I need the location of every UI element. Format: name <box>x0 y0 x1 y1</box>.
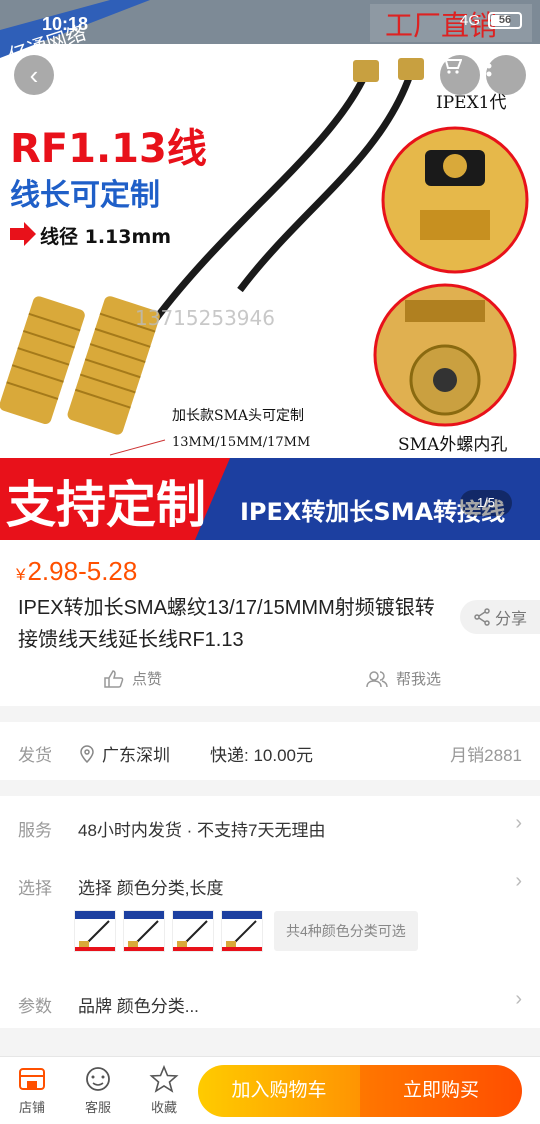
help-label: 帮我选 <box>396 671 442 688</box>
variant-thumbnail[interactable] <box>74 910 116 952</box>
product-detail-screen: 10:18 4G 56 亿通网络 工厂直销 RF1.13线 线长可定制 线径 1… <box>0 0 540 1124</box>
headline-text: RF1.13线 <box>10 126 207 172</box>
banner-left-text: 支持定制 <box>6 475 206 534</box>
price-card: ¥2.98-5.28 IPEX转加长SMA螺纹13/17/15MMM射频镀银转接… <box>0 540 540 706</box>
image-page-indicator: 1/5 <box>460 490 512 516</box>
service-value: 48小时内发货 · 不支持7天无理由 <box>78 821 326 840</box>
cable-note-1: 加长款SMA头可定制 <box>172 408 304 424</box>
shipping-fee: 快递: 10.00元 <box>210 746 313 765</box>
ship-location: 广东深圳 <box>102 746 170 765</box>
service-label: 服务 <box>18 821 52 840</box>
cable-note-2: 13MM/15MM/17MM <box>172 435 310 450</box>
service-label: 客服 <box>84 1100 111 1115</box>
select-value: 选择 颜色分类,长度 <box>78 879 224 898</box>
chevron-right-icon: › <box>515 870 522 892</box>
share-button[interactable]: 分享 <box>460 600 540 634</box>
signal-indicator: 4G <box>459 12 480 29</box>
chevron-left-icon: ‹ <box>29 59 39 90</box>
subheadline-text: 线长可定制 <box>10 178 160 213</box>
clock: 10:18 <box>42 14 89 34</box>
chevron-right-icon: › <box>515 812 522 834</box>
status-bar: 10:18 4G 56 <box>0 0 540 46</box>
cart-icon <box>441 56 462 74</box>
select-label: 选择 <box>18 879 52 898</box>
customer-service-button[interactable]: 客服 <box>68 1065 128 1116</box>
people-icon <box>366 670 388 687</box>
variant-thumbnail[interactable] <box>221 910 263 952</box>
shipping-row: 发货 广东深圳 快递: 10.00元 月销2881 <box>0 722 540 780</box>
buy-now-button[interactable]: 立即购买 <box>360 1065 522 1117</box>
more-variants-tag[interactable]: 共4种颜色分类可选 <box>274 911 418 951</box>
product-title: IPEX转加长SMA螺纹13/17/15MMM射频镀银转接馈线天线延长线RF1.… <box>18 597 435 651</box>
params-label: 参数 <box>18 997 52 1016</box>
favorite-button[interactable]: 收藏 <box>134 1065 194 1116</box>
like-button[interactable]: 点赞 <box>104 668 162 689</box>
chevron-right-icon: › <box>515 988 522 1010</box>
bottom-action-bar: 店铺 客服 收藏 加入购物车 立即购买 <box>0 1056 540 1124</box>
shop-icon <box>19 1068 45 1090</box>
price-value: 2.98-5.28 <box>27 556 138 586</box>
thumbs-up-icon <box>104 669 124 688</box>
product-image-carousel[interactable]: 亿通网络 工厂直销 RF1.13线 线长可定制 线径 1.13mm 137152… <box>0 0 540 540</box>
star-icon <box>149 1065 179 1093</box>
shipping-label: 发货 <box>18 746 52 765</box>
params-value: 品牌 颜色分类... <box>78 997 199 1016</box>
help-me-choose-button[interactable]: 帮我选 <box>366 668 441 689</box>
variant-thumbnail[interactable] <box>123 910 165 952</box>
location-pin-icon <box>80 744 94 763</box>
customer-service-icon <box>86 1067 110 1091</box>
share-label: 分享 <box>494 611 527 628</box>
connector-label-top: IPEX1代 <box>436 93 506 113</box>
phone-watermark: 13715253946 <box>135 306 275 330</box>
variant-thumbnails[interactable]: 共4种颜色分类可选 <box>74 910 418 952</box>
more-button[interactable] <box>486 55 526 95</box>
add-to-cart-button[interactable]: 加入购物车 <box>198 1065 360 1117</box>
variant-thumbnail[interactable] <box>172 910 214 952</box>
options-card: 服务 48小时内发货 · 不支持7天无理由 › 选择 选择 颜色分类,长度 › … <box>0 796 540 1028</box>
like-label: 点赞 <box>132 671 163 688</box>
currency-symbol: ¥ <box>16 565 26 584</box>
favorite-label: 收藏 <box>150 1100 177 1115</box>
more-vertical-icon <box>486 55 492 77</box>
price: ¥2.98-5.28 <box>16 556 137 587</box>
shop-label: 店铺 <box>18 1100 45 1115</box>
cart-button[interactable] <box>440 55 480 95</box>
back-button[interactable]: ‹ <box>14 55 54 95</box>
spec-text: 线径 1.13mm <box>40 225 171 248</box>
connector-label-bottom: SMA外螺内孔 <box>398 435 507 455</box>
shop-button[interactable]: 店铺 <box>2 1065 62 1116</box>
monthly-sales: 月销2881 <box>450 746 522 765</box>
battery-icon: 56 <box>488 12 522 29</box>
share-icon <box>474 608 490 626</box>
